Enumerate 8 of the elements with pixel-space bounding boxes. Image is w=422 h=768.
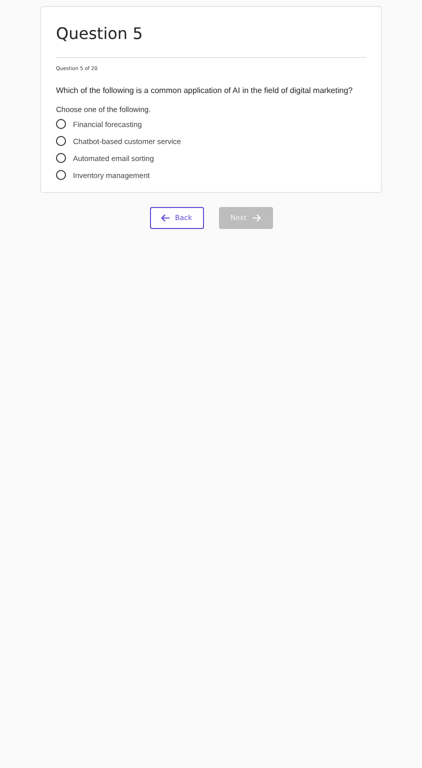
radio-button[interactable] [56, 170, 66, 180]
question-title: Question 5 [56, 23, 144, 45]
radio-button[interactable] [56, 153, 66, 163]
radio-button[interactable] [56, 119, 66, 129]
left-arrow-icon [161, 214, 170, 222]
right-arrow-icon [252, 214, 261, 222]
radio-button[interactable] [56, 136, 66, 146]
question-text: Which of the following is a common application of AI in the field of digital marketing? [56, 86, 354, 95]
